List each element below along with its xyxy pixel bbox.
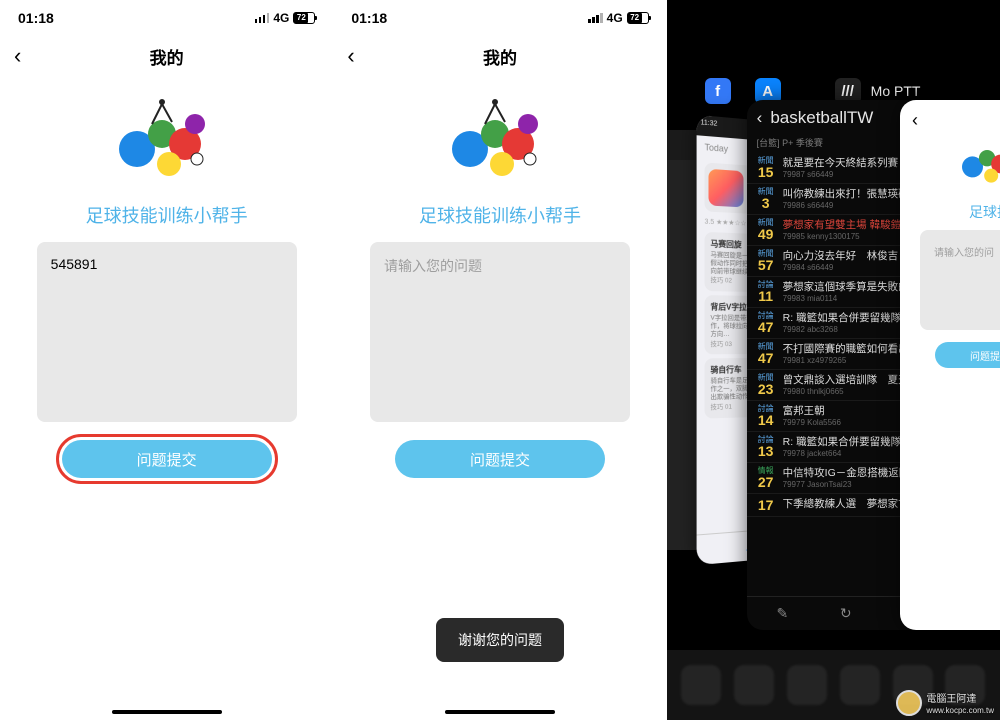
page-title: 我的 xyxy=(483,44,517,69)
network-label: 4G xyxy=(607,11,623,25)
post-tag: 新聞49 xyxy=(755,219,777,241)
post-tag: 討論11 xyxy=(755,281,777,303)
dock-app[interactable] xyxy=(681,665,721,705)
status-right: 4G 72 xyxy=(255,11,316,25)
dock-app[interactable] xyxy=(787,665,827,705)
toast: 谢谢您的问题 xyxy=(436,618,564,662)
card-football-app[interactable]: ‹ 足球技 请输入您的问 问题提交 xyxy=(900,100,1000,630)
app-logo xyxy=(107,94,227,194)
watermark: 電腦王阿達 www.kocpc.com.tw xyxy=(896,690,994,716)
dock-app[interactable] xyxy=(734,665,774,705)
status-bar: 01:18 4G 72 xyxy=(0,0,333,36)
post-tag: 17 xyxy=(755,498,777,512)
header: ‹ 我的 xyxy=(0,36,333,76)
submit-button[interactable]: 问题提交 xyxy=(62,440,272,478)
battery-icon: 72 xyxy=(293,12,315,24)
dock-app[interactable] xyxy=(840,665,880,705)
network-label: 4G xyxy=(273,11,289,25)
app-logo xyxy=(955,134,1000,194)
signal-icon xyxy=(588,13,603,23)
submit-button[interactable]: 问题提交 xyxy=(395,440,605,478)
post-tag: 新聞47 xyxy=(755,343,777,365)
post-tag: 新聞23 xyxy=(755,374,777,396)
refresh-icon[interactable]: ↻ xyxy=(840,605,852,622)
screenshot-2: 01:18 4G 72 ‹ 我的 足球技能训练小帮手 请输入您的问题 问题提交 … xyxy=(333,0,666,720)
question-input[interactable]: 545891 xyxy=(37,242,297,422)
post-tag: 情報27 xyxy=(755,467,777,489)
facebook-icon[interactable]: f xyxy=(705,78,731,104)
submit-button[interactable]: 问题提交 xyxy=(935,342,1000,368)
post-tag: 新聞57 xyxy=(755,250,777,272)
back-button[interactable]: ‹ xyxy=(14,43,21,69)
back-button[interactable]: ‹ xyxy=(347,43,354,69)
post-tag: 討論13 xyxy=(755,436,777,458)
featured-app-icon xyxy=(708,169,743,208)
board-name: basketballTW xyxy=(770,108,873,128)
status-time: 01:18 xyxy=(351,10,387,26)
app-name: 足球技能训练小帮手 xyxy=(86,202,248,228)
screenshot-3-app-switcher: f A /// Mo PTT fa 11:32••• Today 足球技能训练…… xyxy=(667,0,1000,720)
app-name: 足球技 xyxy=(969,202,1000,222)
watermark-logo xyxy=(896,690,922,716)
signal-icon xyxy=(255,13,270,23)
status-time: 01:18 xyxy=(18,10,54,26)
status-bar: 01:18 4G 72 xyxy=(333,0,666,36)
compose-icon[interactable]: ✎ xyxy=(776,605,788,622)
app-logo xyxy=(440,94,560,194)
header: ‹ 我的 xyxy=(333,36,666,76)
screenshot-1: 01:18 4G 72 ‹ 我的 足球技能训练小帮手 545891 问题提交 xyxy=(0,0,333,720)
back-button[interactable]: ‹ xyxy=(912,110,918,131)
home-indicator[interactable] xyxy=(445,710,555,714)
post-tag: 討論47 xyxy=(755,312,777,334)
question-input[interactable]: 请输入您的问题 xyxy=(370,242,630,422)
post-tag: 新聞3 xyxy=(755,188,777,210)
moptt-label: Mo PTT xyxy=(871,83,921,99)
home-indicator[interactable] xyxy=(112,710,222,714)
back-icon[interactable]: ‹ xyxy=(757,108,763,128)
status-right: 4G 72 xyxy=(588,11,649,25)
post-tag: 討論14 xyxy=(755,405,777,427)
post-tag: 新聞15 xyxy=(755,157,777,179)
battery-icon: 72 xyxy=(627,12,649,24)
page-title: 我的 xyxy=(150,44,184,69)
app-name: 足球技能训练小帮手 xyxy=(419,202,581,228)
question-input[interactable]: 请输入您的问 xyxy=(920,230,1000,330)
